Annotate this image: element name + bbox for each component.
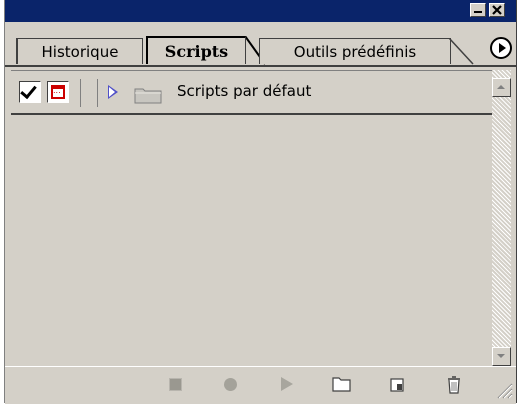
tab-scripts-label: Scripts: [164, 42, 229, 61]
play-button[interactable]: [277, 375, 295, 393]
action-set-name: Scripts par défaut: [177, 82, 312, 100]
tab-historique-label: Historique: [41, 43, 119, 61]
stop-button[interactable]: [167, 375, 185, 393]
stop-icon: [169, 378, 182, 391]
resize-grip-icon[interactable]: [495, 381, 513, 399]
tab-outils-predefinis[interactable]: Outils prédéfinis: [259, 38, 451, 64]
action-toolbar: [5, 366, 516, 404]
palette-title-bar[interactable]: [5, 0, 516, 22]
column-divider: [80, 79, 81, 107]
vertical-scrollbar[interactable]: [492, 70, 511, 366]
scroll-down-button[interactable]: [492, 347, 511, 366]
toggle-dialog-checkbox[interactable]: [47, 81, 69, 103]
tab-scripts[interactable]: Scripts: [146, 36, 246, 64]
tab-divider: [5, 65, 516, 67]
record-button[interactable]: [222, 375, 240, 393]
delete-button[interactable]: [445, 375, 463, 394]
new-action-button[interactable]: [389, 375, 407, 393]
palette-menu-button[interactable]: [490, 37, 512, 59]
column-divider: [97, 79, 98, 107]
folder-icon: [134, 88, 162, 104]
tab-outils-edge: [448, 38, 474, 65]
scroll-up-button[interactable]: [492, 78, 511, 97]
checkmark-icon: [20, 81, 37, 100]
minimize-button[interactable]: [470, 3, 486, 17]
new-set-icon: [332, 377, 351, 392]
actions-list[interactable]: Scripts par défaut: [11, 70, 492, 367]
actions-palette: Historique Scripts Outils prédéfinis ...…: [4, 0, 517, 404]
tab-outils-predefinis-label: Outils prédéfinis: [293, 43, 417, 61]
expand-triangle-icon[interactable]: [108, 85, 118, 99]
close-icon: [492, 5, 502, 15]
close-button[interactable]: [489, 3, 505, 17]
tab-bar: Historique Scripts Outils prédéfinis: [5, 22, 516, 66]
record-icon: [224, 378, 237, 391]
new-action-icon: [390, 378, 404, 392]
tab-historique[interactable]: Historique: [16, 38, 143, 64]
dialog-icon: [51, 85, 65, 99]
list-item[interactable]: Scripts par défaut: [11, 71, 492, 115]
new-set-button[interactable]: [332, 375, 351, 393]
trash-icon: [448, 376, 460, 394]
play-icon: [281, 377, 293, 391]
toggle-item-checkbox[interactable]: [19, 81, 41, 103]
